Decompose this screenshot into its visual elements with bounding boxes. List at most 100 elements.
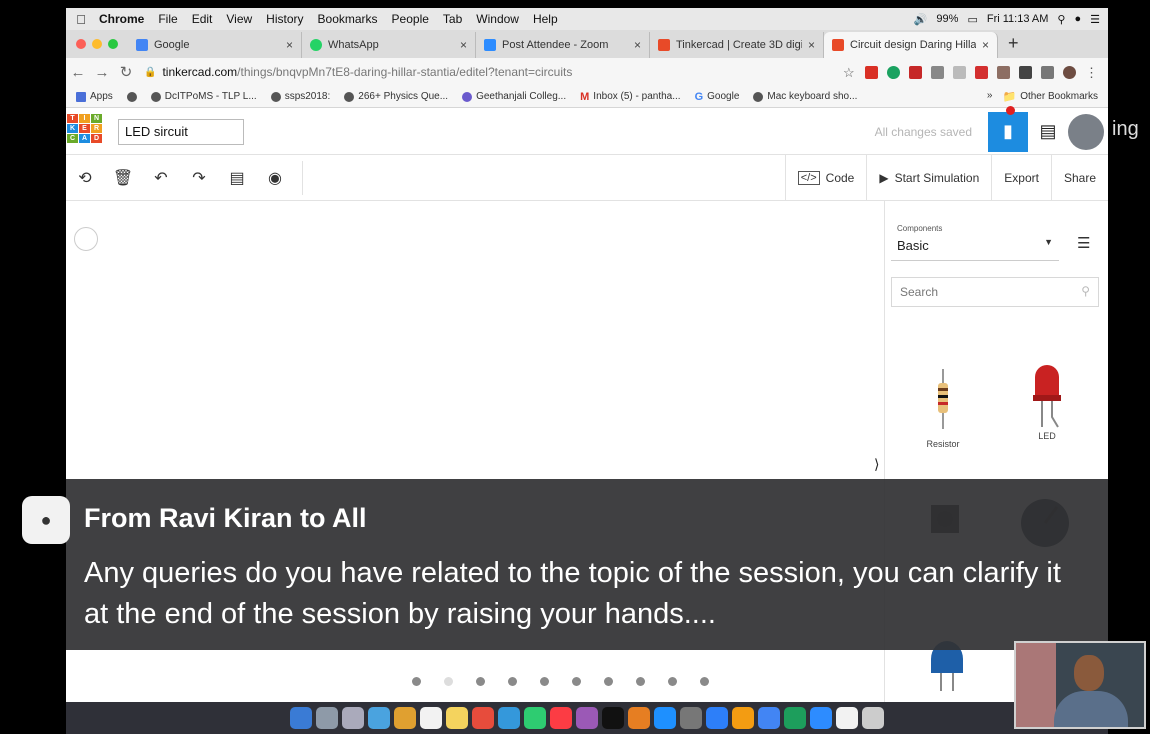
launchpad-icon[interactable] — [342, 707, 364, 729]
calendar-icon[interactable] — [420, 707, 442, 729]
redo-icon[interactable]: ↷ — [180, 168, 218, 188]
menu-window[interactable]: Window — [476, 12, 519, 26]
new-tab-button[interactable]: + — [998, 33, 1029, 58]
system-preferences-icon[interactable] — [680, 707, 702, 729]
siri-dock-icon[interactable] — [316, 707, 338, 729]
clock[interactable]: Fri 11:13 AM — [987, 13, 1049, 25]
apple-icon[interactable]:  — [70, 12, 92, 27]
collapse-panel-icon[interactable]: ⟩ — [874, 456, 879, 473]
menu-history[interactable]: History — [266, 12, 303, 26]
extensions-puzzle-icon[interactable] — [1019, 65, 1032, 79]
address-bar[interactable]: 🔒 tinkercad.com/things/bnqvpMn7tE8-darin… — [144, 65, 843, 79]
bookmark-item[interactable]: ssps2018: — [270, 91, 330, 102]
extension-icon[interactable] — [997, 65, 1010, 79]
tab-whatsapp[interactable]: WhatsApp × — [302, 32, 476, 58]
page-dot-active[interactable] — [444, 677, 453, 686]
menu-help[interactable]: Help — [533, 12, 558, 26]
close-tab-icon[interactable]: × — [460, 38, 467, 52]
avatar[interactable] — [1068, 113, 1104, 150]
podcasts-icon[interactable] — [576, 707, 598, 729]
notification-center-icon[interactable]: ☰ — [1090, 13, 1100, 26]
dock-app-icon[interactable] — [732, 707, 754, 729]
component-led[interactable]: LED — [1019, 361, 1075, 441]
finder-icon[interactable] — [290, 707, 312, 729]
bookmark-item[interactable] — [126, 91, 137, 102]
extension-icon[interactable] — [865, 65, 878, 79]
minimize-window-button[interactable] — [92, 39, 102, 49]
rotate-icon[interactable]: ⟲ — [66, 168, 104, 188]
tab-zoom[interactable]: Post Attendee - Zoom × — [476, 32, 650, 58]
tinkercad-logo[interactable]: T I N K E R C A D — [66, 113, 104, 151]
page-dot[interactable] — [540, 677, 549, 686]
photos-icon[interactable] — [472, 707, 494, 729]
bookmark-star-icon[interactable]: ☆ — [843, 66, 856, 79]
zoom-dock-icon[interactable] — [810, 707, 832, 729]
close-tab-icon[interactable]: × — [286, 38, 293, 52]
page-dot[interactable] — [668, 677, 677, 686]
dock-app-icon[interactable] — [394, 707, 416, 729]
home-view-icon[interactable] — [74, 227, 98, 251]
app-store-icon[interactable] — [654, 707, 676, 729]
extension-icon[interactable] — [909, 65, 922, 79]
bookmark-item[interactable]: DcITPoMS - TLP L... — [150, 91, 257, 102]
battery-icon[interactable]: ▭ — [967, 13, 977, 26]
bookmark-apps[interactable]: Apps — [76, 91, 113, 102]
downloads-icon[interactable] — [836, 707, 858, 729]
other-bookmarks-folder[interactable]: 📁 Other Bookmarks — [1002, 90, 1098, 103]
books-icon[interactable] — [628, 707, 650, 729]
tab-google[interactable]: Google × — [128, 32, 302, 58]
spotlight-icon[interactable]: ⚲ — [1057, 13, 1065, 26]
page-dot[interactable] — [604, 677, 613, 686]
menu-bookmarks[interactable]: Bookmarks — [318, 12, 378, 26]
bookmark-item[interactable]: Mac keyboard sho... — [753, 91, 857, 102]
share-button[interactable]: Share — [1050, 155, 1108, 200]
reading-list-icon[interactable] — [1041, 65, 1054, 79]
close-window-button[interactable] — [76, 39, 86, 49]
menu-tab[interactable]: Tab — [443, 12, 462, 26]
close-tab-icon[interactable]: × — [634, 38, 641, 52]
menu-edit[interactable]: Edit — [192, 12, 213, 26]
notes-app-icon[interactable] — [446, 707, 468, 729]
safari-icon[interactable] — [368, 707, 390, 729]
circuit-view-button[interactable]: ▮ — [988, 105, 1028, 152]
tab-circuit-design[interactable]: Circuit design Daring Hillar × — [824, 32, 998, 58]
lock-icon[interactable]: 🔒 — [144, 67, 156, 78]
close-tab-icon[interactable]: × — [982, 38, 989, 52]
chrome-dock-icon[interactable] — [758, 707, 780, 729]
extension-icon[interactable] — [931, 65, 944, 79]
extension-icon[interactable] — [953, 65, 966, 79]
start-simulation-button[interactable]: ▶ Start Simulation — [866, 155, 991, 200]
excel-icon[interactable] — [784, 707, 806, 729]
list-view-icon[interactable]: ☰ — [1077, 234, 1090, 252]
page-dot[interactable] — [636, 677, 645, 686]
bookmark-item[interactable]: 266+ Physics Que... — [344, 91, 448, 102]
trash-icon[interactable] — [862, 707, 884, 729]
bookmark-item[interactable]: Geethanjali Colleg... — [462, 91, 566, 102]
back-icon[interactable]: ← — [66, 64, 90, 81]
component-resistor[interactable]: Resistor — [915, 369, 971, 449]
notes-icon[interactable]: ▤ — [218, 168, 256, 188]
reload-icon[interactable]: ↻ — [114, 63, 138, 81]
facetime-icon[interactable] — [524, 707, 546, 729]
menu-file[interactable]: File — [158, 12, 177, 26]
circuit-workplane[interactable] — [66, 201, 884, 734]
volume-icon[interactable]: 🔊 — [914, 13, 928, 26]
component-search-input[interactable]: Search ⚲ — [891, 277, 1099, 307]
forward-icon[interactable]: → — [90, 64, 114, 81]
music-icon[interactable] — [550, 707, 572, 729]
battery-percent[interactable]: 99% — [936, 13, 958, 25]
component-list-view-icon[interactable]: ▤ — [1028, 121, 1068, 142]
tv-icon[interactable] — [602, 707, 624, 729]
bookmark-item[interactable]: M Inbox (5) - pantha... — [580, 91, 680, 103]
code-button[interactable]: </> Code — [784, 155, 867, 200]
components-dropdown[interactable]: Components Basic ▼ — [891, 215, 1059, 261]
menu-people[interactable]: People — [392, 12, 429, 26]
page-dot[interactable] — [412, 677, 421, 686]
delete-icon[interactable]: 🗑 — [104, 168, 142, 188]
profile-avatar-icon[interactable] — [1063, 65, 1076, 79]
page-dot[interactable] — [700, 677, 709, 686]
export-button[interactable]: Export — [991, 155, 1051, 200]
word-icon[interactable] — [706, 707, 728, 729]
eye-icon[interactable]: ◉ — [256, 168, 294, 188]
bookmarks-more-button[interactable]: » — [987, 90, 993, 103]
